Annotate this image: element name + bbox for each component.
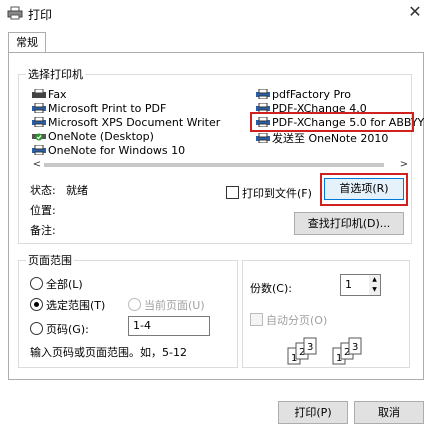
print-to-file-checkbox[interactable]: [226, 186, 239, 199]
list-item[interactable]: 发送至 OneNote 2010: [256, 130, 388, 146]
printer-name: OneNote for Windows 10: [48, 144, 186, 157]
printer-list-scrollbar[interactable]: < >: [30, 158, 411, 172]
printer-icon: [256, 133, 270, 143]
printer-icon: [256, 89, 270, 99]
range-selection-label: 选定范围(T): [46, 299, 106, 312]
pages-hint: 输入页码或页面范围。如，5-12: [30, 346, 187, 359]
range-pages-label: 页码(G):: [46, 323, 89, 336]
range-all-label: 全部(L): [46, 278, 83, 291]
printer-name: pdfFactory Pro: [272, 88, 351, 101]
range-all-option[interactable]: 全部(L): [30, 276, 83, 292]
status-value: 就绪: [66, 184, 88, 197]
range-selection-option[interactable]: 选定范围(T): [30, 297, 105, 313]
range-current-radio: [128, 298, 141, 311]
location-label: 位置:: [30, 204, 56, 217]
print-to-file-label: 打印到文件(F): [242, 187, 312, 200]
stepper-up-icon[interactable]: ▲: [369, 275, 380, 285]
printer-check-icon: [32, 133, 46, 141]
printer-name: Microsoft Print to PDF: [48, 102, 167, 115]
collate-label: 自动分页(O): [266, 314, 328, 327]
collate-checkbox: [250, 313, 263, 326]
title-bar: [0, 0, 429, 26]
comment-label: 备注:: [30, 224, 56, 237]
tab-general[interactable]: 常规: [8, 32, 46, 53]
scroll-left-icon[interactable]: <: [30, 158, 44, 172]
range-pages-radio[interactable]: [30, 322, 43, 335]
printer-name: Fax: [48, 88, 67, 101]
fax-icon: [32, 89, 46, 98]
print-button[interactable]: 打印(P): [278, 401, 348, 424]
list-item[interactable]: OneNote (Desktop): [32, 130, 154, 143]
list-item[interactable]: Microsoft Print to PDF: [32, 102, 166, 115]
scroll-track[interactable]: [44, 163, 384, 167]
cancel-button[interactable]: 取消: [354, 401, 424, 424]
close-icon[interactable]: ✕: [405, 2, 425, 22]
printer-name: 发送至 OneNote 2010: [272, 132, 389, 145]
copies-label: 份数(C):: [250, 282, 292, 295]
range-current-label: 当前页面(U): [144, 299, 205, 312]
list-item[interactable]: pdfFactory Pro: [256, 88, 351, 101]
print-to-file[interactable]: 打印到文件(F): [226, 185, 312, 201]
printer-group-legend: 选择打印机: [26, 66, 85, 82]
range-all-radio[interactable]: [30, 277, 43, 290]
printer-icon: [32, 103, 46, 113]
svg-text:3: 3: [307, 342, 313, 353]
list-item[interactable]: Microsoft XPS Document Writer: [32, 116, 220, 129]
printer-name: Microsoft XPS Document Writer: [48, 116, 221, 129]
collate-option: 自动分页(O): [250, 312, 327, 328]
selection-highlight: [250, 112, 414, 132]
copies-input[interactable]: 1: [340, 274, 370, 296]
page-range-legend: 页面范围: [26, 252, 74, 268]
status-label: 状态:: [30, 184, 56, 197]
range-pages-option[interactable]: 页码(G):: [30, 321, 89, 337]
printer-icon: [7, 6, 23, 20]
window-title: 打印: [28, 8, 53, 22]
pages-input[interactable]: 1-4: [128, 316, 210, 336]
printer-icon: [32, 145, 46, 155]
list-item[interactable]: OneNote for Windows 10: [32, 144, 185, 157]
copies-stepper[interactable]: ▲ ▼: [369, 274, 381, 296]
range-selection-radio[interactable]: [30, 298, 43, 311]
svg-text:3: 3: [352, 342, 358, 353]
printer-icon: [32, 117, 46, 127]
list-item[interactable]: Fax: [32, 88, 67, 101]
range-current-option: 当前页面(U): [128, 297, 205, 313]
preferences-highlight: [320, 173, 408, 206]
collate-pages-icon: 1 2 3 1 2 3: [287, 337, 362, 365]
stepper-down-icon[interactable]: ▼: [369, 285, 380, 295]
find-printer-button[interactable]: 查找打印机(D)...: [294, 212, 404, 235]
scroll-right-icon[interactable]: >: [397, 158, 411, 172]
printer-name: OneNote (Desktop): [48, 130, 154, 143]
